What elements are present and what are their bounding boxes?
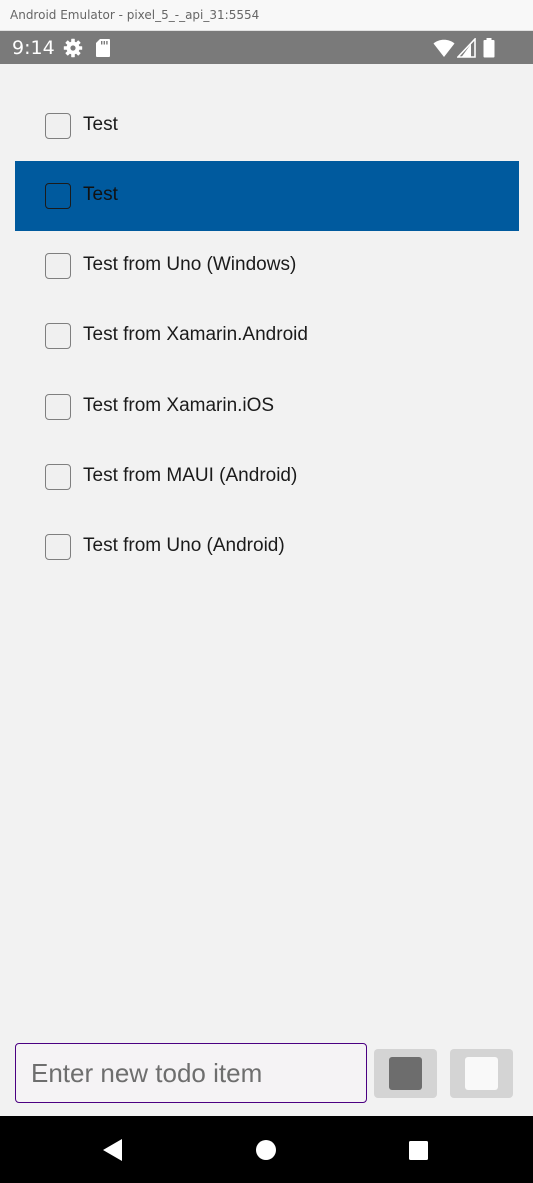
todo-item[interactable]: Test from Uno (Windows) — [15, 231, 519, 301]
gear-icon — [63, 38, 83, 58]
battery-icon — [483, 38, 495, 58]
recents-icon[interactable] — [379, 1116, 459, 1183]
add-button[interactable] — [374, 1049, 437, 1098]
window-titlebar[interactable]: Android Emulator - pixel_5_-_api_31:5554 — [0, 0, 533, 31]
todo-checkbox[interactable] — [45, 323, 71, 349]
signal-icon — [457, 38, 476, 58]
status-time: 9:14 — [12, 37, 55, 59]
sd-card-icon — [96, 39, 110, 57]
window-title: Android Emulator - pixel_5_-_api_31:5554 — [10, 8, 260, 22]
todo-label: Test from MAUI (Android) — [83, 465, 298, 486]
todo-label: Test from Xamarin.iOS — [83, 395, 275, 416]
todo-label: Test from Uno (Android) — [83, 535, 285, 556]
navigation-bar — [0, 1116, 533, 1183]
new-todo-input[interactable] — [15, 1043, 367, 1103]
todo-item[interactable]: Test — [15, 91, 519, 161]
status-bar: 9:14 — [0, 31, 533, 64]
new-item-bar — [0, 1040, 533, 1116]
todo-checkbox[interactable] — [45, 394, 71, 420]
todo-checkbox[interactable] — [45, 113, 71, 139]
todo-label: Test from Uno (Windows) — [83, 254, 297, 275]
home-icon[interactable] — [227, 1116, 307, 1183]
todo-item[interactable]: Test from Xamarin.iOS — [15, 372, 519, 442]
todo-checkbox[interactable] — [45, 183, 71, 209]
empty-square-icon — [465, 1057, 498, 1090]
todo-label: Test from Xamarin.Android — [83, 324, 308, 345]
filled-square-icon — [389, 1057, 422, 1090]
todo-item[interactable]: Test from Xamarin.Android — [15, 301, 519, 371]
todo-checkbox[interactable] — [45, 253, 71, 279]
emulator-window: Android Emulator - pixel_5_-_api_31:5554… — [0, 0, 533, 1183]
todo-item[interactable]: Test from MAUI (Android) — [15, 442, 519, 512]
todo-item-selected[interactable]: Test — [15, 161, 519, 231]
back-icon[interactable] — [72, 1116, 152, 1183]
todo-checkbox[interactable] — [45, 534, 71, 560]
todo-label: Test — [83, 114, 118, 135]
todo-label: Test — [83, 184, 118, 205]
todo-list: Test Test Test from Uno (Windows) Test f… — [0, 64, 533, 1116]
todo-item[interactable]: Test from Uno (Android) — [15, 512, 519, 582]
todo-checkbox[interactable] — [45, 464, 71, 490]
wifi-icon — [433, 39, 455, 57]
secondary-button[interactable] — [450, 1049, 513, 1098]
